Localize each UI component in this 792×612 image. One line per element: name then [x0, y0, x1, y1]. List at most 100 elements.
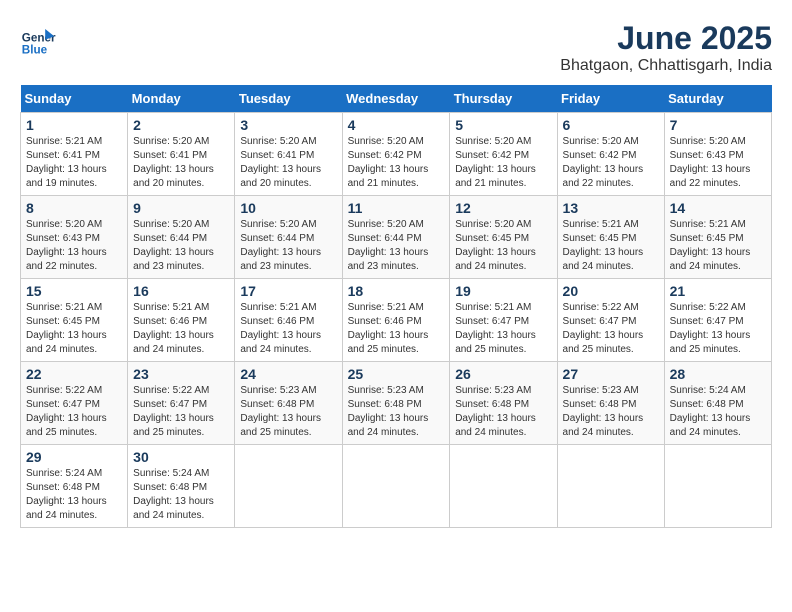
calendar-day-cell: 9 Sunrise: 5:20 AM Sunset: 6:44 PM Dayli… [128, 196, 235, 279]
sunset-label: Sunset: 6:47 PM [26, 399, 100, 410]
sunset-label: Sunset: 6:47 PM [455, 316, 529, 327]
day-info: Sunrise: 5:21 AM Sunset: 6:46 PM Dayligh… [240, 301, 336, 357]
sunset-label: Sunset: 6:48 PM [133, 482, 207, 493]
sunset-label: Sunset: 6:43 PM [670, 150, 744, 161]
location-subtitle: Bhatgaon, Chhattisgarh, India [560, 57, 772, 75]
sunrise-label: Sunrise: 5:21 AM [348, 302, 424, 313]
daylight-label: Daylight: 13 hours and 25 minutes. [563, 330, 644, 355]
calendar-day-cell: 22 Sunrise: 5:22 AM Sunset: 6:47 PM Dayl… [21, 362, 128, 445]
calendar-week-row: 8 Sunrise: 5:20 AM Sunset: 6:43 PM Dayli… [21, 196, 772, 279]
calendar-day-cell: 25 Sunrise: 5:23 AM Sunset: 6:48 PM Dayl… [342, 362, 450, 445]
day-number: 14 [670, 200, 766, 216]
page-header: General Blue June 2025 Bhatgaon, Chhatti… [20, 20, 772, 75]
calendar-day-cell: 16 Sunrise: 5:21 AM Sunset: 6:46 PM Dayl… [128, 279, 235, 362]
calendar-day-cell: 27 Sunrise: 5:23 AM Sunset: 6:48 PM Dayl… [557, 362, 664, 445]
svg-text:Blue: Blue [22, 43, 48, 56]
calendar-day-cell: 24 Sunrise: 5:23 AM Sunset: 6:48 PM Dayl… [235, 362, 342, 445]
daylight-label: Daylight: 13 hours and 24 minutes. [455, 413, 536, 438]
logo-icon: General Blue [20, 20, 56, 56]
calendar-day-cell: 11 Sunrise: 5:20 AM Sunset: 6:44 PM Dayl… [342, 196, 450, 279]
calendar-body: 1 Sunrise: 5:21 AM Sunset: 6:41 PM Dayli… [21, 113, 772, 528]
sunrise-label: Sunrise: 5:20 AM [348, 219, 424, 230]
sunrise-label: Sunrise: 5:21 AM [133, 302, 209, 313]
sunset-label: Sunset: 6:41 PM [26, 150, 100, 161]
sunrise-label: Sunrise: 5:23 AM [348, 385, 424, 396]
day-info: Sunrise: 5:21 AM Sunset: 6:45 PM Dayligh… [670, 218, 766, 274]
day-number: 9 [133, 200, 229, 216]
day-info: Sunrise: 5:24 AM Sunset: 6:48 PM Dayligh… [133, 467, 229, 523]
day-of-week-header: Friday [557, 85, 664, 113]
sunrise-label: Sunrise: 5:24 AM [670, 385, 746, 396]
calendar-day-cell: 15 Sunrise: 5:21 AM Sunset: 6:45 PM Dayl… [21, 279, 128, 362]
day-info: Sunrise: 5:23 AM Sunset: 6:48 PM Dayligh… [348, 384, 445, 440]
sunrise-label: Sunrise: 5:21 AM [240, 302, 316, 313]
day-number: 25 [348, 366, 445, 382]
day-number: 17 [240, 283, 336, 299]
calendar-day-cell: 7 Sunrise: 5:20 AM Sunset: 6:43 PM Dayli… [664, 113, 771, 196]
sunset-label: Sunset: 6:48 PM [348, 399, 422, 410]
day-number: 19 [455, 283, 551, 299]
daylight-label: Daylight: 13 hours and 24 minutes. [348, 413, 429, 438]
daylight-label: Daylight: 13 hours and 20 minutes. [133, 164, 214, 189]
day-number: 15 [26, 283, 122, 299]
day-number: 13 [563, 200, 659, 216]
day-of-week-header: Saturday [664, 85, 771, 113]
calendar-day-cell: 20 Sunrise: 5:22 AM Sunset: 6:47 PM Dayl… [557, 279, 664, 362]
sunset-label: Sunset: 6:43 PM [26, 233, 100, 244]
sunrise-label: Sunrise: 5:23 AM [455, 385, 531, 396]
sunrise-label: Sunrise: 5:22 AM [26, 385, 102, 396]
sunrise-label: Sunrise: 5:21 AM [26, 302, 102, 313]
calendar-day-cell: 5 Sunrise: 5:20 AM Sunset: 6:42 PM Dayli… [450, 113, 557, 196]
sunrise-label: Sunrise: 5:20 AM [26, 219, 102, 230]
day-info: Sunrise: 5:20 AM Sunset: 6:42 PM Dayligh… [348, 135, 445, 191]
calendar-day-cell: 6 Sunrise: 5:20 AM Sunset: 6:42 PM Dayli… [557, 113, 664, 196]
day-info: Sunrise: 5:20 AM Sunset: 6:44 PM Dayligh… [348, 218, 445, 274]
day-of-week-header: Wednesday [342, 85, 450, 113]
day-info: Sunrise: 5:22 AM Sunset: 6:47 PM Dayligh… [563, 301, 659, 357]
day-number: 7 [670, 117, 766, 133]
day-info: Sunrise: 5:21 AM Sunset: 6:46 PM Dayligh… [133, 301, 229, 357]
daylight-label: Daylight: 13 hours and 22 minutes. [26, 247, 107, 272]
sunset-label: Sunset: 6:41 PM [133, 150, 207, 161]
daylight-label: Daylight: 13 hours and 25 minutes. [455, 330, 536, 355]
daylight-label: Daylight: 13 hours and 24 minutes. [670, 413, 751, 438]
calendar-day-cell: 21 Sunrise: 5:22 AM Sunset: 6:47 PM Dayl… [664, 279, 771, 362]
day-number: 30 [133, 449, 229, 465]
day-info: Sunrise: 5:22 AM Sunset: 6:47 PM Dayligh… [670, 301, 766, 357]
day-number: 20 [563, 283, 659, 299]
logo: General Blue [20, 20, 60, 56]
calendar-day-cell [450, 445, 557, 528]
calendar-day-cell: 8 Sunrise: 5:20 AM Sunset: 6:43 PM Dayli… [21, 196, 128, 279]
day-number: 27 [563, 366, 659, 382]
sunset-label: Sunset: 6:48 PM [240, 399, 314, 410]
sunset-label: Sunset: 6:48 PM [670, 399, 744, 410]
day-number: 4 [348, 117, 445, 133]
sunrise-label: Sunrise: 5:21 AM [455, 302, 531, 313]
sunset-label: Sunset: 6:45 PM [563, 233, 637, 244]
sunset-label: Sunset: 6:46 PM [133, 316, 207, 327]
sunrise-label: Sunrise: 5:20 AM [455, 219, 531, 230]
sunrise-label: Sunrise: 5:22 AM [133, 385, 209, 396]
day-info: Sunrise: 5:20 AM Sunset: 6:44 PM Dayligh… [133, 218, 229, 274]
day-number: 18 [348, 283, 445, 299]
daylight-label: Daylight: 13 hours and 22 minutes. [563, 164, 644, 189]
daylight-label: Daylight: 13 hours and 24 minutes. [670, 247, 751, 272]
day-of-week-header: Sunday [21, 85, 128, 113]
sunrise-label: Sunrise: 5:23 AM [240, 385, 316, 396]
sunrise-label: Sunrise: 5:20 AM [348, 136, 424, 147]
daylight-label: Daylight: 13 hours and 24 minutes. [563, 247, 644, 272]
daylight-label: Daylight: 13 hours and 24 minutes. [26, 496, 107, 521]
daylight-label: Daylight: 13 hours and 23 minutes. [133, 247, 214, 272]
daylight-label: Daylight: 13 hours and 20 minutes. [240, 164, 321, 189]
sunset-label: Sunset: 6:45 PM [455, 233, 529, 244]
sunset-label: Sunset: 6:46 PM [240, 316, 314, 327]
calendar-day-cell: 23 Sunrise: 5:22 AM Sunset: 6:47 PM Dayl… [128, 362, 235, 445]
sunset-label: Sunset: 6:42 PM [348, 150, 422, 161]
daylight-label: Daylight: 13 hours and 24 minutes. [563, 413, 644, 438]
calendar-day-cell: 26 Sunrise: 5:23 AM Sunset: 6:48 PM Dayl… [450, 362, 557, 445]
calendar-day-cell: 12 Sunrise: 5:20 AM Sunset: 6:45 PM Dayl… [450, 196, 557, 279]
calendar-day-cell: 29 Sunrise: 5:24 AM Sunset: 6:48 PM Dayl… [21, 445, 128, 528]
sunrise-label: Sunrise: 5:24 AM [133, 468, 209, 479]
sunset-label: Sunset: 6:47 PM [563, 316, 637, 327]
day-number: 22 [26, 366, 122, 382]
